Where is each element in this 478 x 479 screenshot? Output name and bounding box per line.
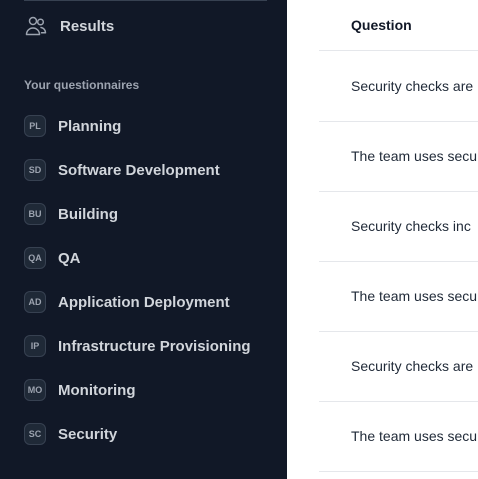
sidebar-item-label: QA: [58, 249, 81, 267]
question-text: The team uses secu: [351, 148, 478, 164]
table-row[interactable]: The team uses secu: [319, 401, 478, 472]
question-text: The team uses secu: [351, 428, 478, 444]
sidebar-item-label: Results: [60, 17, 115, 35]
sidebar-item-results[interactable]: Results: [24, 14, 114, 38]
sidebar-item-application-deployment[interactable]: AD Application Deployment: [24, 290, 230, 314]
sidebar-item-badge: AD: [24, 291, 46, 313]
table-row[interactable]: Security checks are: [319, 51, 478, 122]
sidebar-item-building[interactable]: BU Building: [24, 202, 118, 226]
question-text: Security checks are: [351, 358, 474, 374]
question-text: Security checks are: [351, 78, 474, 94]
sidebar-item-monitoring[interactable]: MO Monitoring: [24, 378, 135, 402]
table-header: Question: [319, 0, 478, 51]
sidebar-item-badge: IP: [24, 335, 46, 357]
table-row[interactable]: The team uses secu: [319, 261, 478, 332]
divider: [24, 0, 267, 1]
sidebar-item-badge: MO: [24, 379, 46, 401]
column-header-question: Question: [351, 17, 412, 33]
sidebar-item-label: Security: [58, 425, 118, 443]
question-text: Security checks inc: [351, 218, 471, 234]
sidebar-item-infrastructure-provisioning[interactable]: IP Infrastructure Provisioning: [24, 334, 251, 358]
sidebar-item-badge: BU: [24, 203, 46, 225]
sidebar-item-security[interactable]: SC Security: [24, 422, 117, 446]
sidebar-item-badge: SC: [24, 423, 46, 445]
table-row[interactable]: Security checks are: [319, 331, 478, 402]
sidebar-item-label: Planning: [58, 117, 122, 135]
table-row[interactable]: Security checks inc: [319, 191, 478, 262]
sidebar-item-label: Application Deployment: [58, 293, 230, 311]
question-text: The team uses secu: [351, 288, 478, 304]
users-icon: [24, 14, 48, 38]
sidebar-item-label: Software Development: [58, 161, 220, 179]
section-heading: Your questionnaires: [24, 78, 140, 92]
sidebar-item-label: Monitoring: [58, 381, 136, 399]
sidebar-item-label: Infrastructure Provisioning: [58, 337, 251, 355]
sidebar-item-badge: SD: [24, 159, 46, 181]
sidebar-item-planning[interactable]: PL Planning: [24, 114, 121, 138]
sidebar-item-label: Building: [58, 205, 118, 223]
sidebar: Results Your questionnaires PL Planning …: [0, 0, 287, 479]
sidebar-item-badge: QA: [24, 247, 46, 269]
sidebar-item-qa[interactable]: QA QA: [24, 246, 81, 270]
sidebar-item-software-development[interactable]: SD Software Development: [24, 158, 220, 182]
table-row[interactable]: The team uses secu: [319, 121, 478, 192]
questions-table: Question Security checks are The team us…: [287, 0, 478, 479]
sidebar-item-badge: PL: [24, 115, 46, 137]
